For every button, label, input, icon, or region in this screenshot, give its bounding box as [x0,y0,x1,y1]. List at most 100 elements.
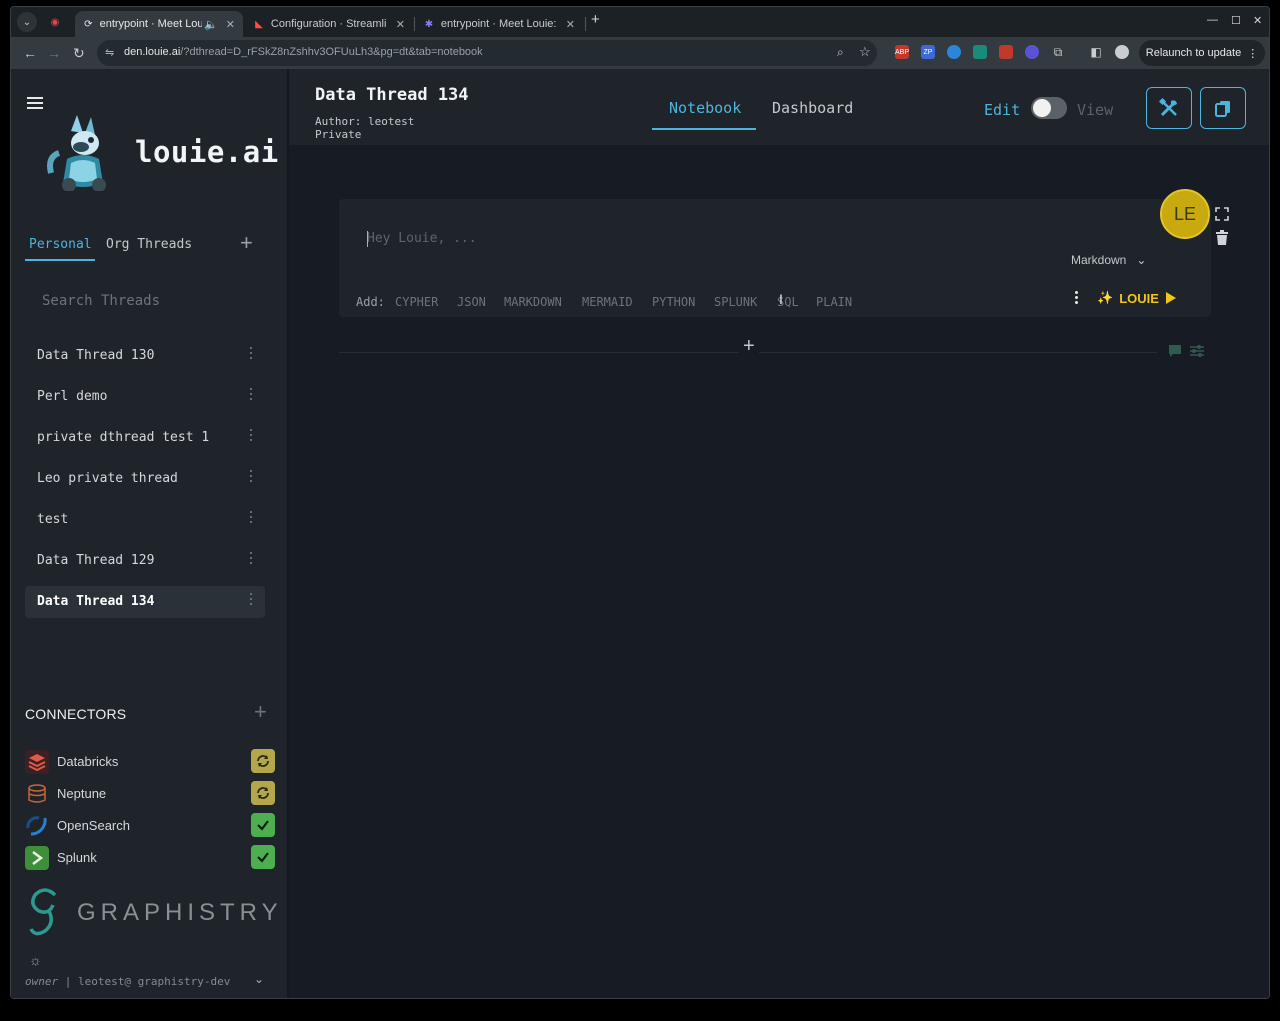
cell-language-select[interactable]: Markdown ⌄ [1071,253,1146,267]
close-icon[interactable]: ✕ [226,18,235,31]
close-icon[interactable]: ✕ [566,18,575,31]
thread-item[interactable]: Data Thread 129 [25,545,265,577]
thread-label: Perl demo [37,389,108,404]
zoominfo-extension-icon[interactable]: ZP [921,45,935,59]
connector-name: Neptune [57,786,107,801]
close-window-icon[interactable]: ✕ [1253,14,1262,27]
check-status-icon[interactable] [251,845,275,869]
browser-tab-title: entrypoint · Meet Louie: [440,18,556,30]
tab-strip: ⌄ ◉ ⟳ entrypoint · Meet Lou 🔈 ✕ ◣ Config… [11,7,1269,37]
side-panel-icon[interactable]: ◧ [1089,45,1103,59]
hamburger-menu-icon[interactable] [27,97,43,109]
connector-name: Databricks [57,754,119,769]
add-json-button[interactable]: JSON [457,295,486,309]
thread-menu-icon[interactable] [250,347,253,361]
edit-view-toggle[interactable] [1031,97,1067,119]
relaunch-label: Relaunch to update [1145,47,1242,59]
tab-search-chevron-icon[interactable]: ⌄ [17,12,37,32]
extension-icon[interactable] [1025,45,1039,59]
chevron-down-icon[interactable]: ⌄ [254,972,264,986]
thread-menu-icon[interactable] [250,552,253,566]
neptune-icon [28,784,46,803]
tab-org-threads[interactable]: Org Threads [106,237,192,252]
edit-mode-label: Edit [984,101,1021,119]
avatar[interactable]: LE [1160,189,1210,239]
thread-menu-icon[interactable] [250,388,253,402]
thread-item[interactable]: Perl demo [25,381,265,413]
thread-menu-icon[interactable] [250,511,253,525]
close-icon[interactable]: ✕ [396,18,405,31]
bookmark-star-icon[interactable]: ☆ [859,44,871,60]
settings-sliders-icon[interactable] [1189,343,1205,359]
connector-neptune[interactable]: Neptune [25,781,277,807]
browser-tab-3[interactable]: ✱ entrypoint · Meet Louie: ✕ [415,11,583,37]
active-tab-indicator [652,128,756,130]
extension-icon[interactable] [973,45,987,59]
add-mermaid-button[interactable]: MERMAID [582,295,633,309]
add-thread-plus-icon[interactable]: + [240,230,253,256]
add-connector-plus-icon[interactable]: + [254,699,267,725]
extension-icon[interactable] [999,45,1013,59]
extensions-puzzle-icon[interactable]: ⧉ [1051,45,1065,59]
text-caret [367,231,368,247]
url-path: /?dthread=D_rFSkZ8nZshhv3OFUuLh3&pg=dt&t… [180,46,483,58]
zoom-icon[interactable]: ⌕ [837,45,844,60]
tab-separator [585,17,586,31]
connector-name: Splunk [57,850,97,865]
profile-avatar-icon[interactable] [1115,45,1129,59]
address-bar[interactable]: ⇋ den.louie.ai/?dthread=D_rFSkZ8nZshhv3O… [97,40,877,66]
maximize-icon[interactable]: ☐ [1231,14,1241,27]
thread-menu-icon[interactable] [250,470,253,484]
thread-item-selected[interactable]: Data Thread 134 [25,586,265,618]
mouse-cursor-icon: I [779,291,783,307]
site-info-icon[interactable]: ⇋ [105,46,114,59]
theme-sun-icon[interactable]: ☼ [29,952,42,968]
add-cypher-button[interactable]: CYPHER [395,295,438,309]
tab-notebook[interactable]: Notebook [669,99,741,117]
run-louie-button[interactable]: ✨ LOUIE [1097,288,1177,308]
thread-item[interactable]: test [25,504,265,536]
forward-arrow-icon[interactable]: → [47,45,61,61]
react-icon: ✱ [424,18,434,30]
extension-icon[interactable] [947,45,961,59]
search-threads-input[interactable]: Search Threads [42,293,160,309]
browser-tab-2[interactable]: ◣ Configuration · Streamli ✕ [245,11,413,37]
prompt-input[interactable] [367,231,967,246]
sync-status-icon[interactable] [251,781,275,805]
connector-opensearch[interactable]: OpenSearch [25,813,277,839]
check-status-icon[interactable] [251,813,275,837]
add-cell-plus-icon[interactable]: + [739,335,759,358]
relaunch-button[interactable]: Relaunch to update ⋮ [1139,40,1265,66]
kebab-menu-icon: ⋮ [1247,47,1259,60]
copy-button[interactable] [1200,87,1246,129]
thread-menu-icon[interactable] [250,593,253,607]
tab-personal[interactable]: Personal [29,237,92,252]
add-python-button[interactable]: PYTHON [652,295,695,309]
adblock-extension-icon[interactable]: ABP [895,45,909,59]
new-tab-plus-icon[interactable]: + [591,11,600,28]
main-panel: Data Thread 134 Author: leotest Private … [289,69,1269,998]
add-plain-button[interactable]: PLAIN [816,295,852,309]
sync-status-icon[interactable] [251,749,275,773]
minimize-icon[interactable]: — [1207,14,1218,26]
add-markdown-button[interactable]: MARKDOWN [504,295,562,309]
fullscreen-icon[interactable] [1215,207,1229,221]
connector-databricks[interactable]: Databricks [25,749,277,775]
browser-tab-1[interactable]: ⟳ entrypoint · Meet Lou 🔈 ✕ [75,11,243,37]
comment-icon[interactable] [1167,343,1183,359]
tools-button[interactable] [1146,87,1192,129]
connector-splunk[interactable]: Splunk [25,845,277,871]
thread-item[interactable]: private dthread test 1 [25,422,265,454]
reload-icon[interactable]: ↻ [73,45,85,62]
tab-dashboard[interactable]: Dashboard [772,99,853,117]
back-arrow-icon[interactable]: ← [23,45,37,61]
cell-menu-icon[interactable] [1075,291,1078,305]
thread-menu-icon[interactable] [250,429,253,443]
thread-item[interactable]: Data Thread 130 [25,340,265,372]
trash-icon[interactable] [1215,230,1229,246]
add-splunk-button[interactable]: SPLUNK [714,295,757,309]
thread-item[interactable]: Leo private thread [25,463,265,495]
thread-label: Data Thread 134 [37,594,155,609]
audio-icon[interactable]: 🔈 [204,18,218,31]
connector-name: OpenSearch [57,818,130,833]
